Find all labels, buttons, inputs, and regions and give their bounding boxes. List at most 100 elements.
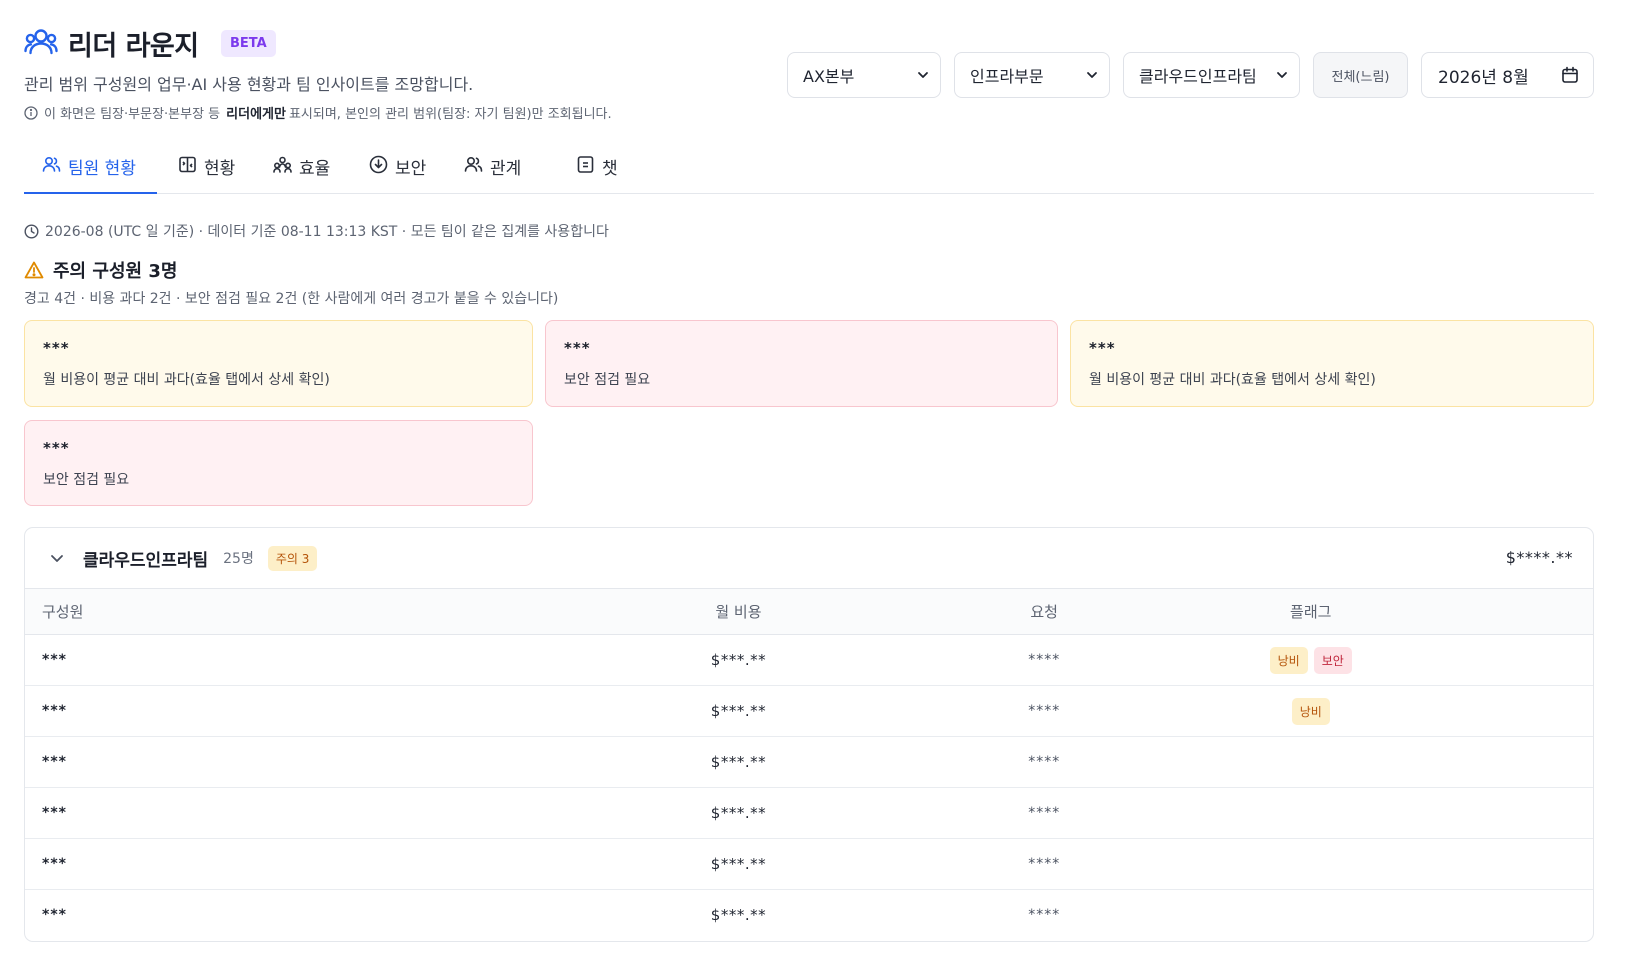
member-name: *** bbox=[42, 907, 67, 924]
member-flags: 낭비 bbox=[1200, 685, 1421, 737]
team-value: 클라우드인프라팀 bbox=[1139, 67, 1257, 86]
users-icon bbox=[42, 156, 61, 172]
member-name: *** bbox=[25, 838, 590, 890]
division-select[interactable]: AX본부 bbox=[787, 52, 941, 98]
tab-security[interactable]: 보안 bbox=[369, 145, 426, 194]
tab-members[interactable]: 팀원 현황 bbox=[24, 145, 157, 194]
member-cost: $***.** bbox=[589, 634, 888, 686]
team-total-cost: $****.** bbox=[1505, 548, 1573, 567]
chevron-down-icon bbox=[1087, 72, 1097, 78]
warning-member-name: *** bbox=[564, 339, 591, 357]
warning-summary: 경고 4건 · 비용 과다 2건 · 보안 점검 필요 2건 (한 사람에게 여… bbox=[24, 291, 559, 307]
all-slow-button[interactable]: 전체(느림) bbox=[1313, 52, 1408, 98]
division-value: AX본부 bbox=[803, 67, 855, 86]
warning-member-name: *** bbox=[43, 439, 70, 457]
table-row[interactable]: *** $***.** **** bbox=[25, 787, 1593, 839]
team-select[interactable]: 클라우드인프라팀 bbox=[1123, 52, 1300, 98]
beta-badge: BETA bbox=[221, 30, 276, 57]
month-picker[interactable]: 2026년 8월 bbox=[1421, 52, 1594, 98]
chevron-down-icon bbox=[1277, 72, 1287, 78]
table-header-row: 구성원 월 비용 요청 플래그 bbox=[25, 588, 1593, 635]
tab-bar: 팀원 현황 현황 효율 보안 관계 챗 bbox=[24, 145, 1594, 194]
member-cost: $***.** bbox=[589, 685, 888, 737]
chevron-down-icon[interactable] bbox=[49, 550, 65, 566]
flag-waste-badge: 낭비 bbox=[1269, 646, 1308, 674]
data-meta: 2026-08 (UTC 일 기준) · 데이터 기준 08-11 13:13 … bbox=[24, 221, 609, 241]
users-icon bbox=[24, 29, 58, 55]
warning-card[interactable]: *** 보안 점검 필요 bbox=[545, 320, 1058, 407]
team-name: 클라우드인프라팀 bbox=[83, 550, 209, 571]
member-requests: **** bbox=[1028, 907, 1061, 924]
member-name: *** bbox=[25, 634, 590, 686]
data-meta-text: 2026-08 (UTC 일 기준) · 데이터 기준 08-11 13:13 … bbox=[45, 224, 609, 240]
member-name: *** bbox=[25, 787, 590, 839]
chevron-down-icon bbox=[918, 72, 928, 78]
people-icon bbox=[464, 156, 483, 172]
tab-label: 팀원 현황 bbox=[68, 159, 136, 179]
member-name: *** bbox=[25, 685, 590, 737]
member-flags: 낭비 보안 bbox=[1200, 634, 1421, 686]
member-table: 구성원 월 비용 요청 플래그 *** $***.** **** 낭비 보안 **… bbox=[25, 588, 1593, 941]
member-requests: **** bbox=[887, 634, 1201, 686]
info-icon bbox=[24, 105, 38, 120]
member-requests: **** bbox=[887, 685, 1201, 737]
member-cost: $***.** bbox=[710, 906, 767, 925]
tab-relations[interactable]: 관계 bbox=[464, 145, 521, 194]
member-flags bbox=[1200, 787, 1421, 839]
team-warning-badge: 주의 3 bbox=[267, 545, 318, 571]
warning-member-name: *** bbox=[1089, 339, 1116, 357]
table-row[interactable]: *** $***.** **** bbox=[25, 838, 1593, 890]
warning-card[interactable]: *** 월 비용이 평균 대비 과다(효율 탭에서 상세 확인) bbox=[24, 320, 533, 407]
member-requests: **** bbox=[887, 736, 1201, 788]
warning-description: 보안 점검 필요 bbox=[43, 472, 130, 488]
tab-label: 효율 bbox=[299, 159, 331, 179]
department-select[interactable]: 인프라부문 bbox=[954, 52, 1110, 98]
warning-description: 월 비용이 평균 대비 과다(효율 탭에서 상세 확인) bbox=[1089, 372, 1376, 388]
page-title: 리더 라운지 bbox=[68, 31, 199, 62]
warning-member-name: *** bbox=[43, 339, 70, 357]
month-value: 2026년 8월 bbox=[1438, 67, 1529, 88]
member-requests: **** bbox=[887, 787, 1201, 839]
column-header-flags[interactable]: 플래그 bbox=[1200, 588, 1421, 635]
member-name: *** bbox=[25, 736, 590, 788]
member-requests: **** bbox=[887, 838, 1201, 890]
team-panel: 클라우드인프라팀 25명 주의 3 $****.** 구성원 월 비용 요청 플… bbox=[24, 527, 1594, 942]
flag-security-badge: 보안 bbox=[1313, 646, 1352, 674]
warning-card[interactable]: *** 보안 점검 필요 bbox=[24, 420, 533, 506]
flag-waste-badge: 낭비 bbox=[1291, 697, 1330, 725]
tab-label: 관계 bbox=[490, 159, 522, 179]
tab-chat[interactable]: 챗 bbox=[576, 145, 618, 194]
member-cost: $***.** bbox=[589, 787, 888, 839]
layout-icon bbox=[179, 156, 196, 173]
tab-overview[interactable]: 현황 bbox=[178, 145, 235, 194]
tab-label: 보안 bbox=[395, 159, 427, 179]
table-row[interactable]: *** $***.** **** 낭비 보안 bbox=[25, 634, 1593, 686]
warning-description: 월 비용이 평균 대비 과다(효율 탭에서 상세 확인) bbox=[43, 372, 330, 388]
member-cost: $***.** bbox=[589, 838, 888, 890]
table-row[interactable]: *** $***.** **** bbox=[25, 736, 1593, 788]
tab-label: 현황 bbox=[204, 159, 236, 179]
shield-download-icon bbox=[369, 155, 388, 174]
column-header-requests[interactable]: 요청 bbox=[887, 588, 1201, 635]
team-header[interactable]: 클라우드인프라팀 25명 주의 3 $****.** bbox=[25, 528, 1593, 588]
notice-text-bold: 리더에게만 bbox=[226, 107, 286, 122]
table-row[interactable]: *** $***.** **** 낭비 bbox=[25, 685, 1593, 737]
notice-text-pre: 이 화면은 팀장·부문장·본부장 등 bbox=[44, 107, 221, 122]
tab-label: 챗 bbox=[602, 159, 618, 179]
column-header-spacer bbox=[1420, 588, 1593, 635]
group-icon bbox=[273, 156, 292, 173]
member-cost: $***.** bbox=[589, 736, 888, 788]
chat-icon bbox=[577, 156, 594, 173]
tab-efficiency[interactable]: 효율 bbox=[273, 145, 330, 194]
column-header-member[interactable]: 구성원 bbox=[25, 588, 590, 635]
member-flags bbox=[1201, 890, 1421, 941]
clock-icon bbox=[24, 223, 39, 239]
column-header-cost[interactable]: 월 비용 bbox=[589, 588, 888, 635]
table-row[interactable]: *** $***.** **** bbox=[25, 890, 1593, 941]
page-subtitle: 관리 범위 구성원의 업무·AI 사용 현황과 팀 인사이트를 조망합니다. bbox=[24, 75, 474, 94]
calendar-icon bbox=[1562, 66, 1578, 83]
warning-card[interactable]: *** 월 비용이 평균 대비 과다(효율 탭에서 상세 확인) bbox=[1070, 320, 1594, 407]
warning-icon bbox=[24, 261, 44, 279]
member-flags bbox=[1200, 736, 1421, 788]
warning-title-text: 주의 구성원 3명 bbox=[53, 261, 178, 282]
